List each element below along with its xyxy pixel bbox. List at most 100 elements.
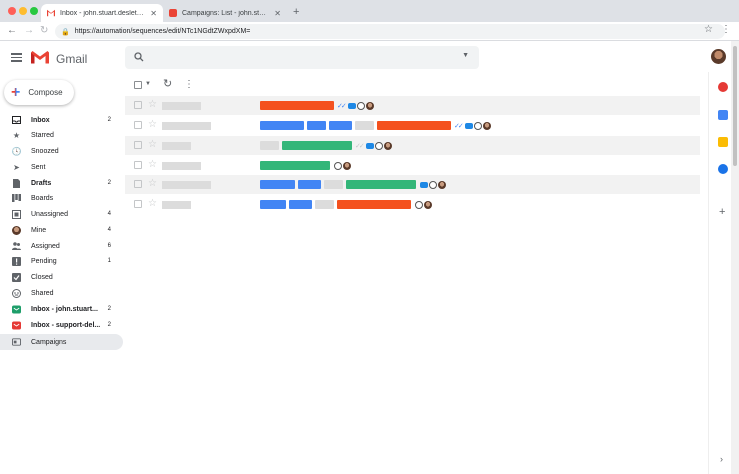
table-row[interactable]: ☆ ✓✓ bbox=[125, 96, 700, 115]
sidebar-item-campaigns[interactable]: Campaigns bbox=[0, 334, 123, 350]
campaigns-icon bbox=[12, 338, 21, 347]
face-icon bbox=[334, 161, 342, 170]
row-checkbox[interactable] bbox=[134, 161, 142, 169]
calendar-icon[interactable] bbox=[718, 110, 728, 120]
tab-close-icon[interactable]: ✕ bbox=[274, 9, 281, 18]
comment-icon bbox=[347, 102, 356, 109]
label-bar bbox=[298, 180, 321, 189]
star-icon[interactable]: ☆ bbox=[148, 139, 157, 151]
side-panel: + › bbox=[708, 72, 731, 474]
lock-icon: 🔒 bbox=[61, 28, 70, 36]
face-icon bbox=[374, 141, 383, 150]
minimize-window-button[interactable] bbox=[19, 7, 27, 15]
subject-bar bbox=[377, 121, 451, 130]
star-icon[interactable]: ☆ bbox=[148, 198, 157, 210]
browser-titlebar: Inbox - john.stuart.deslet@g... ✕ Campai… bbox=[0, 0, 739, 22]
star-icon[interactable]: ☆ bbox=[148, 119, 157, 131]
forward-icon[interactable]: → bbox=[24, 25, 34, 37]
sidebar-item-snoozed[interactable]: 🕓 Snoozed bbox=[0, 144, 123, 158]
face-icon bbox=[429, 180, 437, 189]
maximize-window-button[interactable] bbox=[30, 7, 38, 15]
shared-inbox-red-icon bbox=[12, 320, 21, 330]
gmelius-icon[interactable] bbox=[718, 82, 728, 92]
table-row[interactable]: ☆ bbox=[125, 195, 700, 214]
row-checkbox[interactable] bbox=[134, 121, 142, 129]
star-icon[interactable]: ☆ bbox=[148, 178, 157, 190]
shared-inbox-green-icon bbox=[12, 304, 21, 314]
sidebar-item-inbox[interactable]: Inbox 2 bbox=[0, 113, 123, 127]
compose-plus-icon: + bbox=[11, 83, 21, 101]
select-dropdown-icon[interactable]: ▼ bbox=[145, 81, 151, 87]
row-checkbox[interactable] bbox=[134, 141, 142, 149]
sidebar-item-label: Sent bbox=[31, 163, 46, 171]
add-icon[interactable]: + bbox=[719, 206, 725, 218]
subject-bar bbox=[346, 180, 416, 189]
address-bar[interactable]: 🔒 https://automation/sequences/edit/NTc1… bbox=[55, 24, 725, 39]
avatar-icon bbox=[12, 225, 21, 235]
keep-icon[interactable] bbox=[718, 137, 728, 147]
subject-bar bbox=[260, 101, 334, 110]
row-status-icons bbox=[333, 161, 351, 170]
sidebar-item-label: Snoozed bbox=[31, 147, 59, 155]
label-bar bbox=[260, 200, 286, 209]
search-bar[interactable]: ▼ bbox=[125, 46, 479, 69]
sidebar-item-shared-inbox-john[interactable]: Inbox - john.stuart... 2 bbox=[0, 302, 123, 316]
account-avatar[interactable] bbox=[711, 49, 726, 64]
table-row[interactable]: ☆ bbox=[125, 156, 700, 175]
close-window-button[interactable] bbox=[8, 7, 16, 15]
table-row[interactable]: ☆ ✓✓ bbox=[125, 116, 700, 135]
sidebar-item-assigned[interactable]: Assigned 6 bbox=[0, 239, 123, 253]
sender-placeholder bbox=[162, 142, 191, 150]
star-icon[interactable]: ☆ bbox=[148, 99, 157, 111]
scrollbar-thumb[interactable] bbox=[733, 46, 737, 166]
browser-tab-campaigns[interactable]: Campaigns: List - john.stuart.... ✕ bbox=[163, 4, 287, 22]
comment-icon bbox=[420, 181, 428, 188]
sidebar-item-drafts[interactable]: Drafts 2 bbox=[0, 176, 123, 190]
sidebar-item-count: 4 bbox=[107, 211, 111, 217]
expand-panel-icon[interactable]: › bbox=[720, 454, 723, 464]
sidebar-item-shared-inbox-support[interactable]: Inbox - support-del... 2 bbox=[0, 318, 123, 332]
sidebar-item-starred[interactable]: ★ Starred bbox=[0, 128, 123, 142]
reload-icon[interactable]: ↻ bbox=[40, 25, 48, 37]
new-tab-button[interactable]: + bbox=[293, 6, 299, 18]
label-bar bbox=[260, 121, 304, 130]
read-receipt-icon: ✓✓ bbox=[454, 122, 464, 130]
table-row[interactable]: ☆ ✓✓ bbox=[125, 136, 700, 155]
star-icon[interactable]: ☆ bbox=[148, 159, 157, 171]
refresh-icon[interactable]: ↻ bbox=[163, 78, 172, 90]
table-row[interactable]: ☆ bbox=[125, 175, 700, 194]
compose-button[interactable]: + Compose bbox=[4, 80, 74, 105]
sidebar-item-count: 4 bbox=[107, 227, 111, 233]
sidebar-item-pending[interactable]: Pending 1 bbox=[0, 254, 123, 268]
sidebar-item-sent[interactable]: ➤ Sent bbox=[0, 160, 123, 174]
browser-toolbar: ← → ↻ 🔒 https://automation/sequences/edi… bbox=[0, 22, 739, 41]
search-icon[interactable] bbox=[134, 52, 144, 62]
sidebar-item-unassigned[interactable]: Unassigned 4 bbox=[0, 207, 123, 221]
row-status-icons: ✓✓ bbox=[454, 121, 491, 130]
sidebar-item-label: Campaigns bbox=[31, 338, 67, 346]
sidebar-item-closed[interactable]: Closed bbox=[0, 270, 123, 284]
subject-bar bbox=[282, 141, 352, 150]
star-icon: ★ bbox=[12, 130, 21, 140]
pending-icon bbox=[12, 256, 21, 266]
sidebar-item-boards[interactable]: Boards bbox=[0, 191, 123, 205]
browser-menu-icon[interactable]: ⋮ bbox=[721, 24, 731, 36]
face-icon bbox=[415, 200, 423, 209]
tasks-icon[interactable] bbox=[718, 164, 728, 174]
assigned-icon bbox=[12, 242, 21, 251]
sidebar-item-mine[interactable]: Mine 4 bbox=[0, 223, 123, 237]
row-checkbox[interactable] bbox=[134, 200, 142, 208]
more-options-icon[interactable]: ⋮ bbox=[184, 79, 194, 91]
main-menu-icon[interactable] bbox=[11, 53, 22, 62]
face-icon bbox=[473, 121, 482, 130]
browser-tab-inbox[interactable]: Inbox - john.stuart.deslet@g... ✕ bbox=[41, 4, 163, 22]
tab-close-icon[interactable]: ✕ bbox=[150, 9, 157, 18]
select-all-checkbox[interactable] bbox=[134, 81, 142, 89]
sidebar-item-shared[interactable]: Shared bbox=[0, 286, 123, 300]
bookmark-star-icon[interactable]: ☆ bbox=[704, 24, 713, 36]
row-checkbox[interactable] bbox=[134, 101, 142, 109]
search-options-dropdown-icon[interactable]: ▼ bbox=[462, 52, 469, 59]
back-icon[interactable]: ← bbox=[7, 25, 17, 37]
avatar bbox=[365, 101, 374, 110]
row-checkbox[interactable] bbox=[134, 180, 142, 188]
